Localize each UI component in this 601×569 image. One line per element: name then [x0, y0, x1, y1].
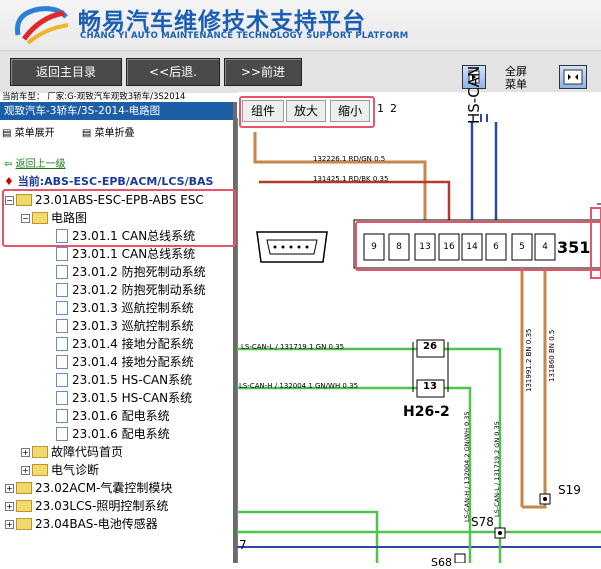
folder-icon — [16, 517, 32, 530]
tree-label: 23.02ACM-气囊控制模块 — [35, 481, 173, 495]
ls-can-l-label: LS-CAN-L / 131719.1 GN 0.35 — [241, 343, 345, 351]
tree-label: 23.03LCS-照明控制系统 — [35, 499, 169, 513]
page-icon — [56, 264, 68, 279]
fullscreen-line1: 全屏 — [505, 65, 527, 78]
page-icon — [56, 390, 68, 405]
tree-item[interactable]: 23.01.1 CAN总线系统 — [56, 245, 195, 263]
tree-label: 23.01.5 HS-CAN系统 — [72, 373, 193, 387]
wire-v2-label: 131860 BN 0.5 — [548, 329, 556, 382]
tree-label: 故障代码首页 — [51, 445, 124, 459]
tree-item[interactable]: 23.01.2 防抱死制动系统 — [56, 281, 206, 299]
menu-expand-label: 菜单展开 — [14, 128, 55, 139]
back-main-button[interactable]: 返回主目录 — [10, 58, 122, 86]
wire-label-1: 132226.1 RD/GN 0.5 — [313, 155, 386, 163]
h26-label: H26-2 — [403, 404, 450, 420]
folder-icon — [32, 445, 48, 458]
menu-collapse-label: 菜单折叠 — [94, 128, 135, 139]
circuit-diagram — [237, 114, 601, 563]
tree-node-bas[interactable]: +23.04BAS-电池传感器 — [5, 515, 158, 533]
page-1-link[interactable]: 1 — [377, 102, 384, 115]
tree-item[interactable]: 23.01.6 配电系统 — [56, 407, 170, 425]
wire-rd-bk — [259, 180, 451, 222]
fullscreen-icon[interactable] — [559, 65, 587, 89]
page-2-link[interactable]: 2 — [390, 102, 397, 115]
folder-icon — [16, 481, 32, 494]
tree-node-dtc[interactable]: + 故障代码首页 — [21, 443, 123, 461]
tree-label: 23.01.5 HS-CAN系统 — [72, 391, 193, 405]
fullscreen-menu-label[interactable]: 全屏 菜单 — [505, 65, 527, 91]
folder-icon — [32, 463, 48, 476]
back-button[interactable]: <<后退. — [126, 58, 220, 86]
tree-label: 电气诊断 — [51, 463, 100, 477]
wire-v1-label: 131991.2 BN 0.35 — [525, 328, 533, 392]
tree-node-diag[interactable]: + 电气诊断 — [21, 461, 99, 479]
wire-label-2: 131425.1 RD/BK 0.35 — [313, 175, 389, 183]
connector-highlight-box — [355, 221, 601, 271]
sidebar-header: 观致汽车-3轿车/3S-2014-电路图 — [0, 102, 233, 120]
ls-can-h-label: LS-CAN-H / 132004.1 GN/WH 0.35 — [239, 382, 359, 390]
expand-icon[interactable]: + — [21, 448, 30, 457]
pin-icon: ♦ — [4, 175, 14, 188]
up-level-label: 返回上一级 — [15, 159, 66, 170]
tree-item[interactable]: 23.01.5 HS-CAN系统 — [56, 389, 192, 407]
folder-icon — [16, 499, 32, 512]
page-icon — [56, 354, 68, 369]
tree-label: 23.01.4 接地分配系统 — [72, 337, 194, 351]
page-icon — [56, 318, 68, 333]
page-icon — [56, 282, 68, 297]
expand-icon[interactable]: + — [5, 502, 14, 511]
toolbar-highlight-box — [239, 96, 375, 128]
tree-label: 23.01.6 配电系统 — [72, 427, 170, 441]
tree-label: 23.01.6 配电系统 — [72, 409, 170, 423]
tree-item[interactable]: 23.01.4 接地分配系统 — [56, 353, 194, 371]
expand-icon[interactable]: + — [5, 520, 14, 529]
tree-label: 23.01.3 巡航控制系统 — [72, 301, 194, 315]
hs-can-label: HS-CAN — [465, 65, 483, 124]
pin-26-label: 26 — [423, 341, 437, 352]
tree-node-acm[interactable]: +23.02ACM-气囊控制模块 — [5, 479, 172, 497]
tree-item[interactable]: 23.01.2 防抱死制动系统 — [56, 263, 206, 281]
app-header: 畅易汽车维修技术支持平台 CHANG YI AUTO MAINTENANCE T… — [0, 0, 601, 50]
tree-highlight-box — [2, 189, 236, 247]
wire-v3-label: LS-CAN-H / 132004.2 GN/WH 0.35 — [463, 411, 471, 522]
page-icon — [56, 426, 68, 441]
page-subtitle: CHANG YI AUTO MAINTENANCE TECHNOLOGY SUP… — [80, 31, 409, 41]
wire-v4-label: LS-CAN-L / 131719.2 GN 0.35 — [493, 421, 501, 517]
tree-item[interactable]: 23.01.3 巡航控制系统 — [56, 299, 194, 317]
splice-s19: S19 — [558, 483, 581, 497]
up-level-link[interactable]: ⇦ 返回上一级 — [4, 156, 66, 174]
tree-item[interactable]: 23.01.6 配电系统 — [56, 425, 170, 443]
current-car-model: 当前车型： 厂家:G-观致汽车观致3轿车/3S2014 — [2, 92, 186, 102]
tree-label: 23.01.1 CAN总线系统 — [72, 247, 196, 261]
fullscreen-line2: 菜单 — [505, 78, 527, 91]
logo-icon — [14, 6, 69, 45]
tree-item[interactable]: 23.01.3 巡航控制系统 — [56, 317, 194, 335]
pin-13-label: 13 — [423, 381, 437, 392]
back-arrow-icon: ⇦ — [4, 159, 13, 170]
tree-label: 23.01.2 防抱死制动系统 — [72, 265, 206, 279]
splice-s78: S78 — [471, 515, 494, 529]
tree-item[interactable]: 23.01.5 HS-CAN系统 — [56, 371, 192, 389]
page-icon — [56, 246, 68, 261]
tree-item[interactable]: 23.01.4 接地分配系统 — [56, 335, 194, 353]
expand-icon[interactable]: + — [21, 466, 30, 475]
tree-label: 23.04BAS-电池传感器 — [35, 517, 158, 531]
page-icon — [56, 408, 68, 423]
nav-bar: 返回主目录 <<后退. >>前进 全屏 菜单 — [0, 50, 601, 93]
current-path-label: 当前:ABS-ESC-EPB/ACM/LCS/BAS — [17, 175, 214, 188]
tree-node-lcs[interactable]: +23.03LCS-照明控制系统 — [5, 497, 168, 515]
page-icon — [56, 336, 68, 351]
expand-icon[interactable]: + — [5, 484, 14, 493]
tree-label: 23.01.4 接地分配系统 — [72, 355, 194, 369]
forward-button[interactable]: >>前进 — [224, 58, 302, 86]
page-ref-7: 7 — [239, 538, 247, 552]
menu-expand-button[interactable]: ▤ 菜单展开 — [2, 128, 67, 139]
page-icon — [56, 372, 68, 387]
diagram-panel: 组件 放大 缩小 1 2 HS-CAN 132226.1 RD/GN 0.5 1… — [237, 66, 601, 569]
menu-collapse-button[interactable]: ▤ 菜单折叠 — [82, 128, 147, 139]
tree-label: 23.01.3 巡航控制系统 — [72, 319, 194, 333]
sidebar-ops: ▤ 菜单展开 ▤ 菜单折叠 — [2, 124, 158, 139]
tree-label: 23.01.2 防抱死制动系统 — [72, 283, 206, 297]
page-icon — [56, 300, 68, 315]
